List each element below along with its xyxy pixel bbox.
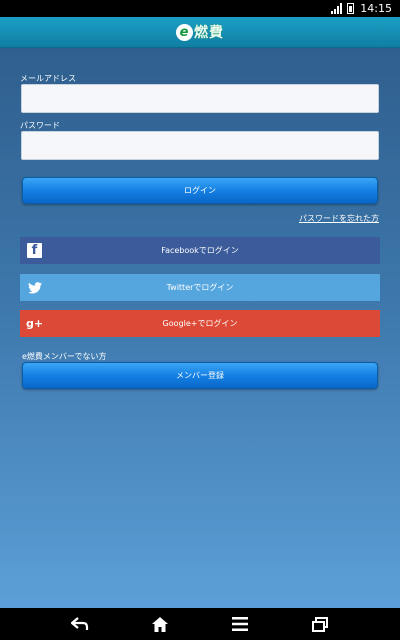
logo-letter: e <box>176 23 193 41</box>
facebook-icon: f <box>27 243 42 258</box>
twitter-login-label: Twitterでログイン <box>166 283 234 292</box>
password-field[interactable] <box>21 131 379 160</box>
logo-text: 燃費 <box>194 25 224 41</box>
facebook-login-button[interactable]: f Facebookでログイン <box>20 237 380 264</box>
email-label: メールアドレス <box>20 74 76 83</box>
facebook-login-label: Facebookでログイン <box>161 246 239 255</box>
twitter-icon <box>27 280 42 295</box>
status-bar: 14:15 <box>0 0 400 17</box>
status-time: 14:15 <box>360 2 392 15</box>
menu-icon[interactable] <box>223 612 257 636</box>
register-button[interactable]: メンバー登録 <box>22 362 378 389</box>
register-prompt: e燃費メンバーでない方 <box>22 352 107 361</box>
app-logo: e 燃費 <box>176 22 224 42</box>
battery-icon <box>347 3 355 14</box>
login-button[interactable]: ログイン <box>22 177 378 204</box>
app-bar: e 燃費 <box>0 17 400 48</box>
login-screen: メールアドレス パスワード ログイン パスワードを忘れた方 f Facebook… <box>0 48 400 608</box>
forgot-password-link[interactable]: パスワードを忘れた方 <box>299 213 379 224</box>
home-icon[interactable] <box>143 612 177 636</box>
email-field[interactable] <box>21 84 379 113</box>
twitter-login-button[interactable]: Twitterでログイン <box>20 274 380 301</box>
navigation-bar <box>0 608 400 640</box>
back-icon[interactable] <box>63 612 97 636</box>
password-label: パスワード <box>20 121 60 130</box>
signal-icon <box>331 3 343 14</box>
google-login-label: Google+でログイン <box>162 319 238 328</box>
google-login-button[interactable]: g+ Google+でログイン <box>20 310 380 337</box>
recent-apps-icon[interactable] <box>303 612 337 636</box>
google-plus-icon: g+ <box>25 317 44 330</box>
